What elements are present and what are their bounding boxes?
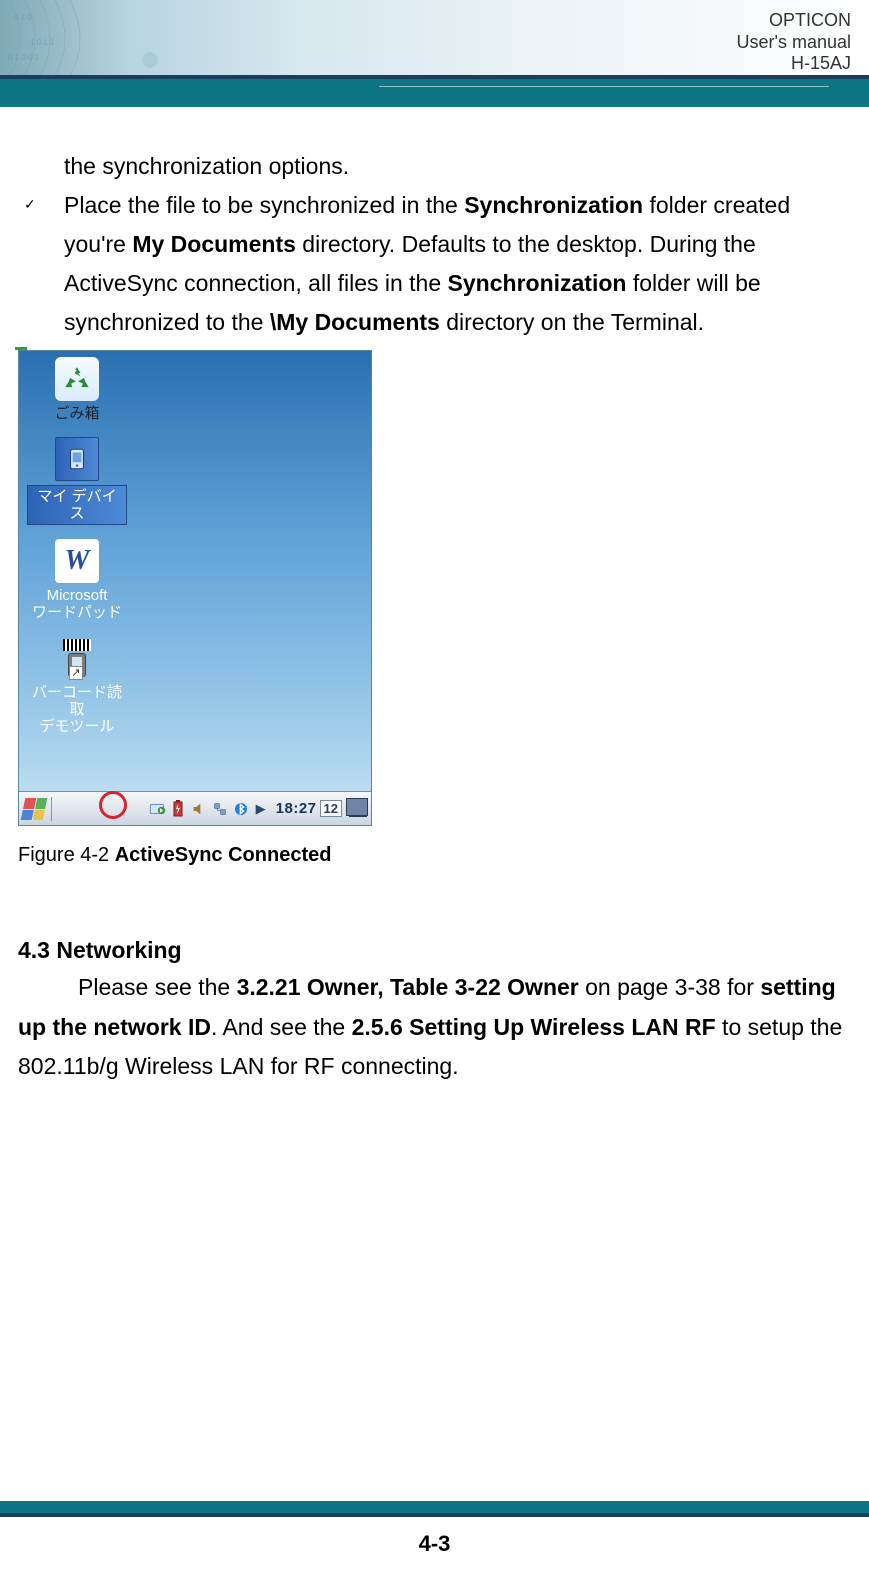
bluetooth-tray-icon[interactable]	[232, 800, 250, 818]
desktop-area: ごみ箱 マイ デバイス Microsoft ワードパッド ↗ バーコー	[19, 351, 371, 791]
bullet-text: Place the file to be synchronized in the…	[64, 186, 851, 342]
green-tick-artifact	[15, 347, 27, 350]
net-t2: on page 3-38 for	[579, 974, 761, 1000]
page-header-bg: 0 1 0 1 0 1 1 0 1 0 0 1 OPTICON User's m…	[0, 0, 869, 75]
taskbar: ▶ 18:27 12	[19, 791, 371, 825]
networking-paragraph: Please see the 3.2.21 Owner, Table 3-22 …	[18, 968, 851, 1085]
net-b1: 3.2.21 Owner, Table 3-22 Owner	[237, 974, 579, 1000]
bullet-b4: \My Documents	[270, 309, 440, 335]
bullet-t1: Place the file to be synchronized in the	[64, 192, 464, 218]
figure-caption-bold: ActiveSync Connected	[115, 844, 332, 866]
bullet-t5: directory on the Terminal.	[440, 309, 704, 335]
wordpad-label-l1: Microsoft	[27, 587, 127, 604]
manual-subtitle: User's manual	[737, 32, 851, 54]
section-heading-networking: 4.3 Networking	[18, 937, 851, 964]
device-screenshot: ごみ箱 マイ デバイス Microsoft ワードパッド ↗ バーコー	[18, 350, 372, 826]
svg-text:0 1 0: 0 1 0	[14, 13, 32, 22]
bullet-b1: Synchronization	[464, 192, 643, 218]
net-b3: 2.5.6 Setting Up Wireless LAN RF	[352, 1014, 716, 1040]
battery-tray-icon[interactable]	[169, 800, 187, 818]
recycle-bin-label: ごみ箱	[27, 405, 127, 422]
tray-icons: ▶ 18:27 12	[148, 800, 367, 818]
barcode-icon: ↗	[55, 636, 99, 680]
footer-bars	[0, 1501, 869, 1517]
sync-options-continuation: the synchronization options.	[18, 147, 851, 186]
show-desktop-icon[interactable]	[349, 800, 367, 818]
my-device[interactable]: マイ デバイス	[27, 437, 127, 526]
annotation-red-circle	[99, 791, 127, 819]
wordpad-icon	[55, 539, 99, 583]
bullet-b2: My Documents	[132, 231, 296, 257]
barcode-label-l1: バーコード読取	[27, 684, 127, 719]
net-t1: Please see the	[78, 974, 237, 1000]
bullet-b3: Synchronization	[448, 270, 627, 296]
wordpad-label-l2: ワードパッド	[27, 604, 127, 621]
header-text-block: OPTICON User's manual H-15AJ	[737, 10, 851, 75]
page-number: 4-3	[0, 1531, 869, 1557]
model-number: H-15AJ	[737, 53, 851, 75]
brand-name: OPTICON	[737, 10, 851, 32]
tray-expand-arrow-icon[interactable]: ▶	[256, 801, 266, 817]
wordpad[interactable]: Microsoft ワードパッド	[27, 539, 127, 622]
recycle-bin-icon	[55, 357, 99, 401]
figure-caption-prefix: Figure 4-2	[18, 844, 115, 866]
svg-text:0 1 0 0 1: 0 1 0 0 1	[8, 53, 40, 62]
barcode-label-l2: デモツール	[27, 718, 127, 735]
network-tray-icon[interactable]	[211, 800, 229, 818]
bullet-item: ✓ Place the file to be synchronized in t…	[18, 186, 851, 342]
activesync-tray-icon[interactable]	[148, 800, 166, 818]
teal-bar-top	[0, 79, 869, 107]
start-button[interactable]	[21, 798, 48, 820]
shortcut-overlay-icon: ↗	[69, 666, 83, 680]
checkmark-bullet-icon: ✓	[18, 186, 64, 213]
barcode-demo-tool[interactable]: ↗ バーコード読取 デモツール	[27, 636, 127, 736]
figure-caption: Figure 4-2 ActiveSync Connected	[18, 844, 851, 867]
page-content: the synchronization options. ✓ Place the…	[0, 107, 869, 1086]
net-t3: . And see the	[211, 1014, 352, 1040]
taskbar-clock[interactable]: 18:27	[276, 800, 317, 817]
taskbar-date[interactable]: 12	[320, 800, 342, 817]
volume-tray-icon[interactable]	[190, 800, 208, 818]
my-device-icon	[55, 437, 99, 481]
my-device-label: マイ デバイス	[27, 485, 127, 526]
svg-text:1 0 1 1: 1 0 1 1	[30, 38, 55, 47]
recycle-bin[interactable]: ごみ箱	[27, 357, 127, 422]
